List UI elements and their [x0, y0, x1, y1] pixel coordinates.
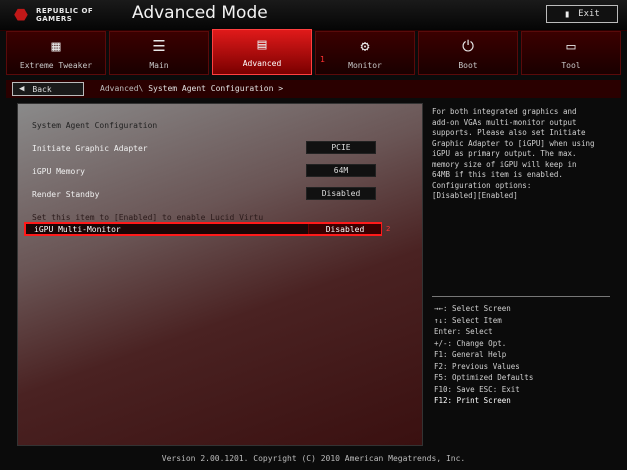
- key-hint: +/-: Change Opt.: [434, 338, 507, 348]
- selected-setting-igpu-multi-monitor[interactable]: iGPU Multi-Monitor Disabled: [24, 222, 382, 236]
- breadcrumb: Advanced\ System Agent Configuration >: [100, 84, 283, 93]
- exit-door-icon: ▮: [564, 8, 571, 20]
- key-hint: Enter: Select: [434, 327, 493, 336]
- power-icon: ⏻: [462, 37, 474, 55]
- setting-label-initiate-graphic-adapter[interactable]: Initiate Graphic Adapter: [32, 144, 148, 153]
- key-hint: F10: Save ESC: Exit: [434, 384, 520, 394]
- tab-label: Advanced: [242, 59, 282, 68]
- tab-tool[interactable]: ▭ Tool: [521, 31, 621, 75]
- header-bar: ⬣ REPUBLIC OF GAMERS Advanced Mode ▮ Exi…: [0, 0, 627, 31]
- exit-button[interactable]: ▮ Exit: [546, 5, 618, 23]
- tab-label: Extreme Tweaker: [19, 61, 93, 70]
- help-divider: [432, 296, 610, 297]
- settings-panel: System Agent Configuration Initiate Grap…: [17, 103, 423, 446]
- setting-label-render-standby[interactable]: Render Standby: [32, 190, 99, 199]
- key-hint: F1: General Help: [434, 350, 507, 359]
- navigation-bar: ◀ Back Advanced\ System Agent Configurat…: [6, 80, 621, 98]
- cpu-cooler-icon: ▦: [51, 37, 61, 55]
- rog-logo: ⬣ REPUBLIC OF GAMERS: [10, 4, 114, 26]
- setting-value-igpu-memory[interactable]: 64M: [306, 164, 376, 177]
- back-label: Back: [32, 84, 52, 94]
- advanced-icon: ▤: [257, 35, 267, 53]
- tab-label: Main: [149, 61, 169, 70]
- mode-title: Advanced Mode: [132, 3, 268, 23]
- section-title: System Agent Configuration: [32, 121, 158, 130]
- tab-monitor[interactable]: ⚙ Monitor: [315, 31, 415, 75]
- version-footer: Version 2.00.1201. Copyright (C) 2010 Am…: [161, 454, 466, 463]
- breadcrumb-parent[interactable]: Advanced\: [100, 84, 143, 93]
- tab-label: Boot: [458, 61, 478, 70]
- key-hint: F2: Previous Values: [434, 361, 520, 371]
- key-hint: →←: Select Screen: [434, 304, 511, 313]
- key-hint-print-screen: F12: Print Screen: [434, 396, 511, 405]
- exit-label: Exit: [578, 9, 600, 19]
- list-icon: ☰: [152, 37, 166, 55]
- key-legend: →←: Select Screen ↑↓: Select Item Enter:…: [434, 303, 614, 407]
- tab-boot[interactable]: ⏻ Boot: [418, 31, 518, 75]
- callout-marker-1: 1: [320, 55, 326, 64]
- tool-icon: ▭: [566, 37, 576, 55]
- setting-hint: Set this item to [Enabled] to enable Luc…: [32, 213, 264, 222]
- key-hint: F5: Optimized Defaults: [434, 373, 534, 382]
- callout-marker-2: 2: [386, 225, 391, 233]
- setting-label-igpu-memory[interactable]: iGPU Memory: [32, 167, 85, 176]
- tab-label: Monitor: [348, 61, 382, 70]
- key-hint: ↑↓: Select Item: [434, 315, 502, 325]
- setting-value-initiate-graphic-adapter[interactable]: PCIE: [306, 141, 376, 154]
- main-tabs: ▦ Extreme Tweaker ☰ Main ▤ Advanced ⚙ Mo…: [6, 29, 621, 77]
- setting-value-igpu-multi-monitor[interactable]: Disabled: [308, 224, 381, 234]
- brand-line2: GAMERS: [36, 15, 73, 23]
- monitor-icon: ⚙: [360, 37, 370, 55]
- help-panel: For both integrated graphics and add-on …: [432, 103, 617, 446]
- back-button[interactable]: ◀ Back: [12, 82, 84, 96]
- rog-eye-icon: ⬣: [14, 5, 28, 24]
- brand-line1: REPUBLIC OF: [36, 7, 94, 15]
- back-arrow-icon: ◀: [19, 84, 25, 94]
- tab-advanced[interactable]: ▤ Advanced: [212, 29, 312, 75]
- help-description: For both integrated graphics and add-on …: [432, 107, 595, 200]
- setting-label-igpu-multi-monitor: iGPU Multi-Monitor: [34, 225, 121, 234]
- tab-main[interactable]: ☰ Main: [109, 31, 209, 75]
- setting-value-render-standby[interactable]: Disabled: [306, 187, 376, 200]
- tab-extreme-tweaker[interactable]: ▦ Extreme Tweaker: [6, 31, 106, 75]
- breadcrumb-current: System Agent Configuration >: [148, 84, 284, 93]
- tab-label: Tool: [561, 61, 581, 70]
